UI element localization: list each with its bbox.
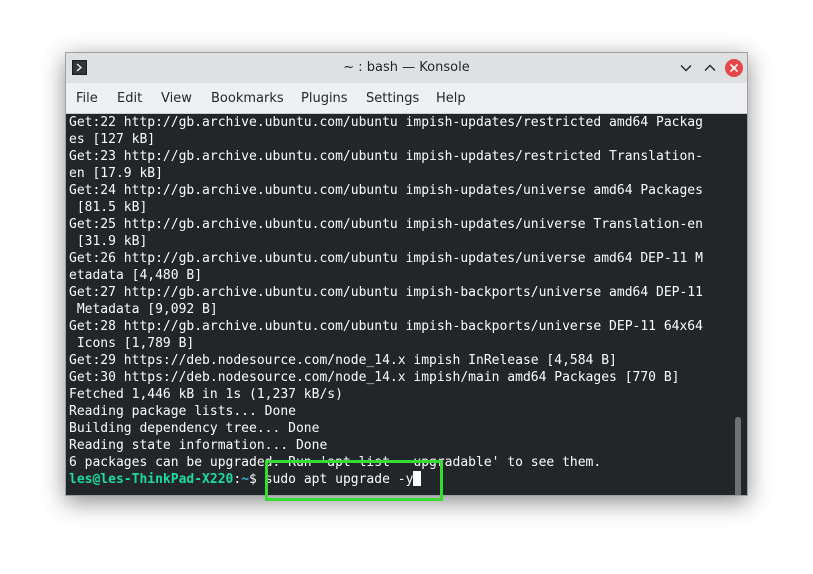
terminal-line: en [17.9 kB] bbox=[69, 166, 163, 181]
terminal-line: Get:28 http://gb.archive.ubuntu.com/ubun… bbox=[69, 319, 703, 334]
menu-bar: File Edit View Bookmarks Plugins Setting… bbox=[66, 83, 747, 114]
menu-plugins[interactable]: Plugins bbox=[301, 83, 348, 114]
terminal-view[interactable]: Get:22 http://gb.archive.ubuntu.com/ubun… bbox=[66, 114, 747, 495]
scrollbar-thumb[interactable] bbox=[735, 417, 741, 495]
terminal-line: es [127 kB] bbox=[69, 132, 156, 147]
terminal-output: Get:22 http://gb.archive.ubuntu.com/ubun… bbox=[69, 114, 729, 488]
terminal-line: Get:30 https://deb.nodesource.com/node_1… bbox=[69, 370, 680, 385]
title-bar[interactable]: ~ : bash — Konsole bbox=[66, 53, 747, 83]
minimize-button[interactable] bbox=[677, 59, 695, 77]
window-title: ~ : bash — Konsole bbox=[343, 60, 470, 75]
chevron-up-icon bbox=[704, 64, 716, 71]
konsole-window: ~ : bash — Konsole File Edit View Bookma… bbox=[65, 52, 748, 496]
terminal-line: Metadata [9,092 B] bbox=[69, 302, 218, 317]
terminal-line: Reading package lists... Done bbox=[69, 404, 296, 419]
menu-file[interactable]: File bbox=[76, 83, 98, 114]
maximize-button[interactable] bbox=[701, 59, 719, 77]
terminal-line: Get:22 http://gb.archive.ubuntu.com/ubun… bbox=[69, 115, 703, 130]
terminal-line: [31.9 kB] bbox=[69, 234, 148, 249]
terminal-line: Get:26 http://gb.archive.ubuntu.com/ubun… bbox=[69, 251, 703, 266]
prompt-user-host: les@les-ThinkPad-X220 bbox=[69, 472, 234, 487]
terminal-line: Fetched 1,446 kB in 1s (1,237 kB/s) bbox=[69, 387, 343, 402]
terminal-line: [81.5 kB] bbox=[69, 200, 148, 215]
menu-help[interactable]: Help bbox=[436, 83, 466, 114]
terminal-line: Get:29 https://deb.nodesource.com/node_1… bbox=[69, 353, 617, 368]
terminal-line: Get:27 http://gb.archive.ubuntu.com/ubun… bbox=[69, 285, 703, 300]
menu-bookmarks[interactable]: Bookmarks bbox=[211, 83, 284, 114]
close-icon bbox=[729, 63, 739, 73]
close-button[interactable] bbox=[725, 59, 743, 77]
menu-edit[interactable]: Edit bbox=[117, 83, 142, 114]
prompt-path: ~ bbox=[241, 472, 250, 487]
terminal-line: etadata [4,480 B] bbox=[69, 268, 203, 283]
terminal-line: Reading state information... Done bbox=[69, 438, 328, 453]
terminal-line: Get:25 http://gb.archive.ubuntu.com/ubun… bbox=[69, 217, 703, 232]
menu-view[interactable]: View bbox=[161, 83, 192, 114]
menu-settings[interactable]: Settings bbox=[366, 83, 419, 114]
terminal-line: Building dependency tree... Done bbox=[69, 421, 320, 436]
terminal-line: Icons [1,789 B] bbox=[69, 336, 195, 351]
terminal-line: Get:23 http://gb.archive.ubuntu.com/ubun… bbox=[69, 149, 703, 164]
prompt-symbol: $ bbox=[249, 472, 265, 487]
terminal-line: Get:24 http://gb.archive.ubuntu.com/ubun… bbox=[69, 183, 703, 198]
chevron-down-icon bbox=[680, 65, 692, 72]
command-highlight-box bbox=[265, 460, 443, 501]
